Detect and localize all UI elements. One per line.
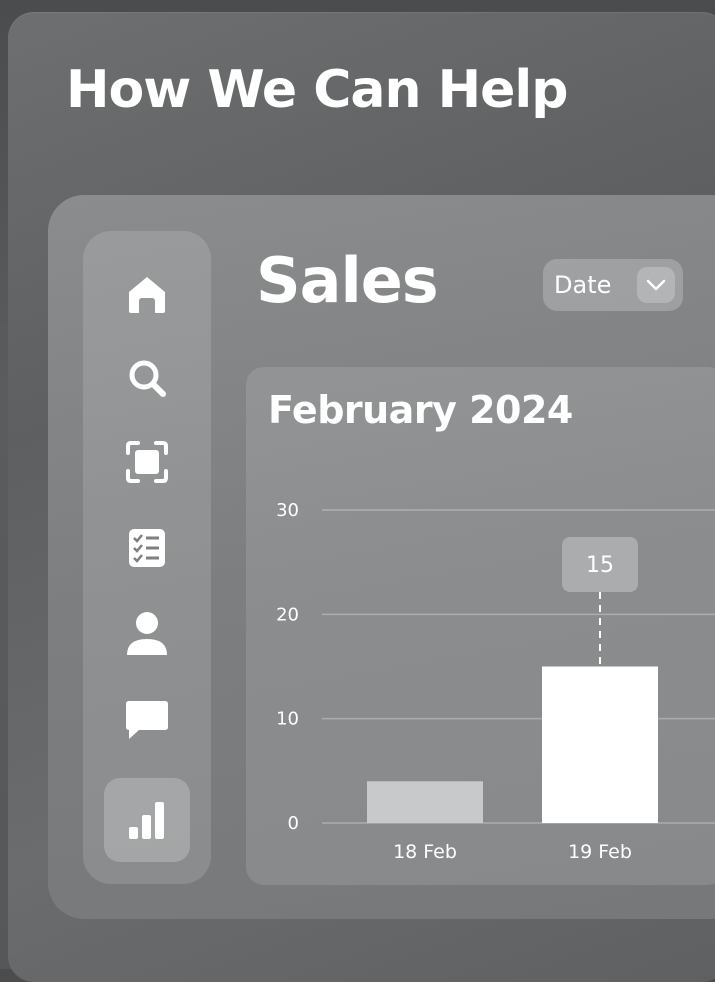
x-tick-label: 18 Feb <box>393 841 457 863</box>
y-tick-label: 20 <box>276 604 299 625</box>
bar <box>367 781 483 823</box>
x-tick-label: 19 Feb <box>568 841 632 863</box>
y-tick-label: 0 <box>288 813 299 834</box>
y-tick-label: 30 <box>276 500 299 521</box>
bar <box>542 666 658 823</box>
sales-bar-chart: 0 10 20 30 18 Feb 19 Feb 15 <box>276 500 715 863</box>
y-tick-label: 10 <box>276 709 299 730</box>
data-label: 15 <box>586 553 614 578</box>
